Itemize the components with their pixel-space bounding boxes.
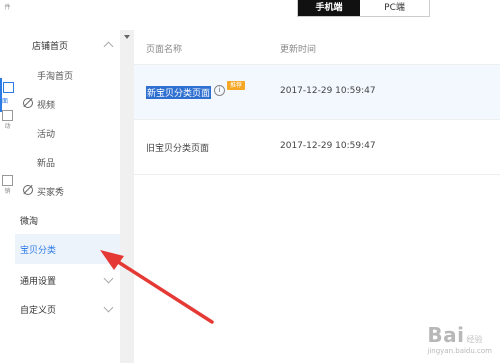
column-header-name: 页面名称 — [146, 45, 183, 55]
info-icon[interactable]: i — [214, 85, 225, 96]
page-list: 页面名称 更新时间 新宝贝分类页面 i 推荐 2017-12-29 10:59:… — [134, 30, 500, 363]
sidebar-item-new[interactable]: 新品 — [15, 147, 120, 175]
watermark-suffix: 经验 — [466, 335, 483, 344]
rail-item-label[interactable]: 销 — [0, 188, 15, 195]
sidebar-item-label: 微淘 — [20, 217, 39, 227]
hidden-eye-icon — [23, 185, 33, 195]
device-toggle: 手机端 PC端 — [297, 0, 430, 17]
tab-mobile[interactable]: 手机端 — [298, 0, 360, 16]
table-header: 页面名称 更新时间 — [134, 30, 500, 65]
app-rail: 件 面 动 销 — [0, 0, 16, 363]
tab-pc[interactable]: PC端 — [360, 0, 429, 16]
hidden-eye-icon — [23, 98, 33, 108]
table-row[interactable]: 旧宝贝分类页面 2017-12-29 10:59:47 — [134, 120, 500, 175]
page-name[interactable]: 新宝贝分类页面 — [146, 86, 212, 99]
sidebar-group-shop-home[interactable]: 店铺首页 — [15, 30, 120, 60]
rail-item-label[interactable]: 件 — [0, 4, 15, 11]
chevron-up-icon — [103, 41, 114, 52]
watermark-url: jingyan.baidu.com — [427, 347, 492, 355]
watermark-brand: Bai — [427, 323, 465, 347]
sidebar-group-custom-pages[interactable]: 自定义页 — [15, 294, 120, 324]
top-bar: 手机端 PC端 — [15, 0, 500, 31]
active-indicator — [0, 78, 2, 112]
table-row[interactable]: 新宝贝分类页面 i 推荐 2017-12-29 10:59:47 — [134, 65, 500, 120]
sidebar-item-buyer-show[interactable]: 买家秀 — [15, 176, 120, 204]
sales-icon[interactable] — [2, 175, 13, 186]
rail-item-pages[interactable]: 面 — [0, 78, 15, 112]
watermark: Bai 经验 jingyan.baidu.com — [427, 323, 492, 355]
sidebar-item-mobile-home[interactable]: 手淘首页 — [15, 60, 120, 88]
sidebar-group-label: 店铺首页 — [32, 42, 69, 52]
column-header-time: 更新时间 — [280, 45, 317, 55]
sidebar-item-activity[interactable]: 活动 — [15, 118, 120, 146]
sidebar-item-label: 宝贝分类 — [20, 246, 57, 256]
sidebar-item-label: 活动 — [37, 130, 56, 140]
rail-item-label[interactable]: 动 — [0, 123, 15, 130]
sidebar-item-label: 视频 — [37, 101, 56, 111]
sidebar-item-label: 新品 — [37, 159, 56, 169]
sidebar-group-general-settings[interactable]: 通用设置 — [15, 265, 120, 295]
sidebar-group-label: 通用设置 — [20, 277, 57, 287]
sidebar-item-weitao[interactable]: 微淘 — [15, 205, 120, 235]
sidebar-item-category[interactable]: 宝贝分类 — [15, 234, 120, 264]
caret-down-icon — [124, 35, 130, 39]
chevron-down-icon — [103, 302, 114, 313]
page-name[interactable]: 旧宝贝分类页面 — [146, 141, 209, 154]
sidebar-group-label: 自定义页 — [20, 306, 57, 316]
page-sidebar: 店铺首页 手淘首页 视频 活动 新品 买家秀 微淘 宝贝分类 通用设置 自定义页 — [15, 30, 121, 363]
sidebar-item-label: 买家秀 — [37, 188, 65, 198]
recommend-badge: 推荐 — [227, 81, 246, 90]
rail-item-label: 面 — [2, 98, 9, 105]
updated-time: 2017-12-29 10:59:47 — [280, 141, 376, 151]
activity-icon[interactable] — [2, 110, 13, 121]
collapse-strip[interactable] — [120, 30, 134, 363]
sidebar-item-video[interactable]: 视频 — [15, 89, 120, 117]
page-icon — [3, 82, 14, 93]
chevron-down-icon — [103, 273, 114, 284]
sidebar-item-label: 手淘首页 — [37, 72, 74, 82]
updated-time: 2017-12-29 10:59:47 — [280, 86, 376, 96]
